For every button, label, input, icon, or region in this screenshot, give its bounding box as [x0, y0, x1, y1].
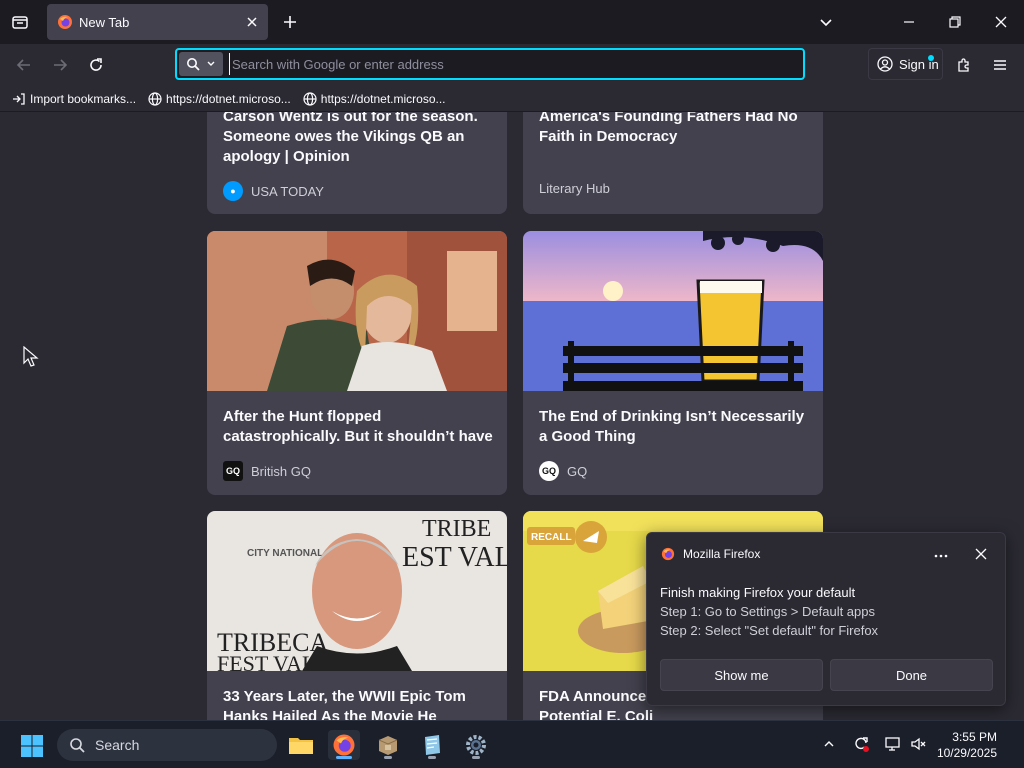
network-icon[interactable] [883, 734, 903, 754]
story-card[interactable]: CITY NATIONAL BA TRIBE EST VAL TRIBECA F… [207, 511, 507, 720]
default-browser-notification: Mozilla Firefox Finish making Firefox yo… [646, 532, 1006, 706]
sync-alert-icon[interactable] [851, 734, 871, 754]
story-card[interactable]: America's Founding Fathers Had No Faith … [523, 112, 823, 214]
forward-arrow-icon[interactable] [48, 53, 72, 77]
mouse-cursor-icon [23, 346, 39, 367]
search-icon [187, 58, 200, 71]
sign-in-button[interactable]: Sign in [868, 48, 943, 80]
story-source: Literary Hub [539, 181, 610, 196]
source-label: USA TODAY [251, 183, 324, 199]
address-bar [175, 48, 805, 80]
new-tab-plus-icon[interactable] [280, 12, 300, 32]
globe-icon [303, 91, 317, 106]
source-label: Literary Hub [539, 181, 610, 196]
search-engine-button[interactable] [179, 52, 223, 76]
story-source: ● USA TODAY [223, 181, 324, 201]
notification-step-1: Step 1: Go to Settings > Default apps [660, 604, 875, 619]
firefox-icon [58, 15, 72, 29]
story-card[interactable]: After the Hunt flopped catastrophically.… [207, 231, 507, 495]
extensions-icon[interactable] [952, 53, 976, 77]
windows-taskbar: Search 3:55 PM 10/29/2025 [0, 720, 1024, 768]
tab-new-tab[interactable]: New Tab [47, 4, 268, 40]
restore-icon[interactable] [945, 12, 965, 32]
package-app-icon[interactable] [372, 730, 404, 760]
notification-title: Finish making Firefox your default [660, 585, 856, 600]
svg-text:FEST VAL: FEST VAL [217, 651, 315, 671]
active-indicator [336, 756, 352, 759]
back-arrow-icon[interactable] [12, 53, 36, 77]
running-indicator [384, 756, 392, 759]
svg-text:EST VAL: EST VAL [402, 542, 507, 573]
bookmark-dotnet-2[interactable]: https://dotnet.microso... [303, 92, 446, 106]
globe-icon [148, 91, 162, 106]
running-indicator [472, 756, 480, 759]
story-source: GQ British GQ [223, 461, 311, 481]
volume-muted-icon[interactable] [909, 734, 929, 754]
url-input[interactable] [229, 53, 789, 75]
navigation-toolbar: Sign in [0, 44, 1024, 86]
show-me-button[interactable]: Show me [660, 659, 823, 691]
story-card[interactable]: Carson Wentz is out for the season. Some… [207, 112, 507, 214]
account-icon [877, 56, 893, 72]
clock-date: 10/29/2025 [936, 746, 997, 760]
bookmark-label: https://dotnet.microso... [166, 91, 291, 106]
story-title: America's Founding Fathers Had No Faith … [539, 112, 798, 145]
bookmark-import[interactable]: Import bookmarks... [12, 92, 136, 106]
bookmark-label: Import bookmarks... [30, 91, 137, 106]
minimize-icon[interactable] [899, 12, 919, 32]
running-indicator [428, 756, 436, 759]
gq-logo-icon: GQ [539, 461, 559, 481]
windows-start-icon[interactable] [20, 734, 44, 758]
chevron-down-icon [207, 61, 215, 66]
story-title: 33 Years Later, the WWII Epic Tom Hanks … [223, 688, 466, 720]
gq-logo-icon: GQ [223, 461, 243, 481]
tab-overflow-chevron-icon[interactable] [816, 12, 836, 32]
story-image [207, 231, 507, 391]
done-button[interactable]: Done [830, 659, 993, 691]
usa-today-logo-icon: ● [223, 181, 243, 201]
story-title: After the Hunt flopped catastrophically.… [223, 408, 493, 445]
story-image: CITY NATIONAL BA TRIBE EST VAL TRIBECA F… [207, 511, 507, 671]
firefox-taskbar-icon[interactable] [328, 730, 360, 760]
svg-text:RECALL: RECALL [531, 532, 572, 543]
tab-title: New Tab [79, 14, 130, 30]
more-options-icon[interactable] [932, 547, 950, 565]
reload-icon[interactable] [84, 53, 108, 77]
story-title: Carson Wentz is out for the season. Some… [223, 112, 478, 165]
source-label: British GQ [251, 463, 311, 479]
close-window-icon[interactable] [991, 12, 1011, 32]
source-label: GQ [567, 463, 588, 479]
system-clock[interactable]: 3:55 PM 10/29/2025 [935, 729, 1015, 761]
firefox-icon [661, 547, 675, 561]
search-icon [70, 738, 85, 753]
taskbar-search-box[interactable]: Search [57, 729, 277, 761]
tab-strip: New Tab [0, 0, 1024, 44]
clock-time: 3:55 PM [952, 730, 997, 744]
story-image [523, 231, 823, 391]
close-notification-icon[interactable] [972, 545, 990, 563]
story-title: The End of Drinking Isn’t Necessarily a … [539, 408, 805, 445]
bookmark-dotnet-1[interactable]: https://dotnet.microso... [148, 92, 291, 106]
close-tab-icon[interactable] [244, 14, 260, 30]
notification-app-name: Mozilla Firefox [683, 547, 761, 561]
search-label: Search [95, 737, 140, 753]
bookmarks-toolbar: Import bookmarks... https://dotnet.micro… [0, 86, 1024, 112]
import-icon [13, 92, 25, 105]
bookmark-label: https://dotnet.microso... [320, 91, 446, 106]
list-all-tabs-icon[interactable] [8, 10, 32, 34]
notification-header: Mozilla Firefox [661, 547, 760, 561]
file-explorer-icon[interactable] [285, 730, 317, 760]
app-menu-hamburger-icon[interactable] [988, 53, 1012, 77]
settings-gear-icon[interactable] [460, 730, 492, 760]
notification-step-2: Step 2: Select "Set default" for Firefox [660, 623, 879, 638]
notification-body: Finish making Firefox your default Step … [660, 583, 878, 640]
story-source: GQ GQ [539, 461, 587, 481]
notification-dot [928, 55, 934, 61]
show-hidden-icons-chevron-icon[interactable] [819, 734, 839, 754]
story-card[interactable]: The End of Drinking Isn’t Necessarily a … [523, 231, 823, 495]
notepad-app-icon[interactable] [416, 730, 448, 760]
svg-text:TRIBE: TRIBE [422, 516, 491, 542]
